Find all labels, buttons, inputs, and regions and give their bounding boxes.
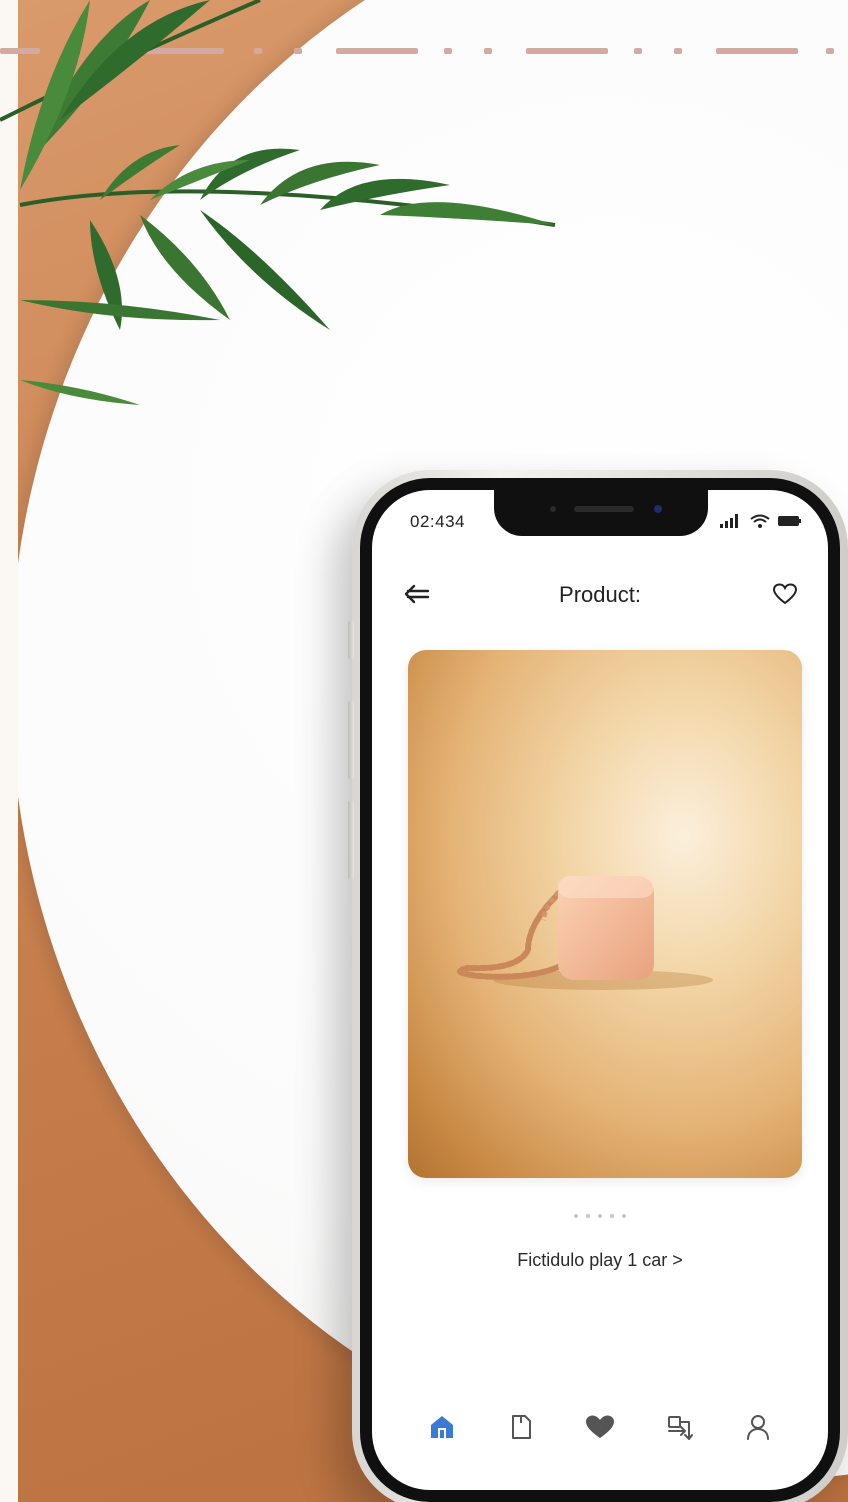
pager-dot[interactable]: [610, 1214, 614, 1218]
wifi-icon: [750, 514, 770, 528]
pager-dot[interactable]: [598, 1214, 602, 1218]
pager-dot[interactable]: [622, 1214, 626, 1218]
bottom-navigation: [372, 1402, 828, 1452]
palm-leaves: [0, 0, 556, 405]
favorite-button[interactable]: [770, 580, 800, 608]
image-pager: [372, 1214, 828, 1218]
status-icons: [720, 512, 802, 530]
swap-icon: [668, 1416, 694, 1440]
heart-filled-icon: [585, 1415, 614, 1438]
mute-switch: [348, 620, 354, 660]
app-header: Product:: [372, 570, 828, 618]
volume-down-button: [348, 800, 354, 880]
battery-icon: [778, 516, 801, 526]
pager-dot[interactable]: [574, 1214, 578, 1218]
page-title: Product:: [559, 582, 641, 607]
nav-profile[interactable]: [738, 1407, 778, 1447]
smartphone: 02:434 Product: Fictidulo play 1 car >: [348, 470, 848, 1502]
status-time: 02:434: [410, 512, 465, 531]
nav-home[interactable]: [422, 1407, 462, 1447]
sensor-dot: [550, 506, 556, 512]
notch: [494, 490, 708, 536]
pager-dot[interactable]: [586, 1214, 590, 1218]
heart-outline-icon: [773, 583, 797, 605]
earpiece-speaker: [574, 506, 634, 512]
nav-documents[interactable]: [501, 1407, 541, 1447]
product-image[interactable]: [408, 650, 802, 1178]
volume-up-button: [348, 700, 354, 780]
product-photo: [457, 875, 713, 990]
nav-favorites[interactable]: [580, 1407, 620, 1447]
phone-screen: 02:434 Product: Fictidulo play 1 car >: [372, 490, 828, 1490]
home-icon: [430, 1416, 453, 1438]
signal-icon: [720, 514, 738, 528]
nav-swap[interactable]: [659, 1407, 699, 1447]
profile-icon: [747, 1415, 770, 1440]
front-camera: [654, 505, 662, 513]
product-caption-link[interactable]: Fictidulo play 1 car >: [372, 1250, 828, 1271]
document-icon: [511, 1415, 531, 1439]
